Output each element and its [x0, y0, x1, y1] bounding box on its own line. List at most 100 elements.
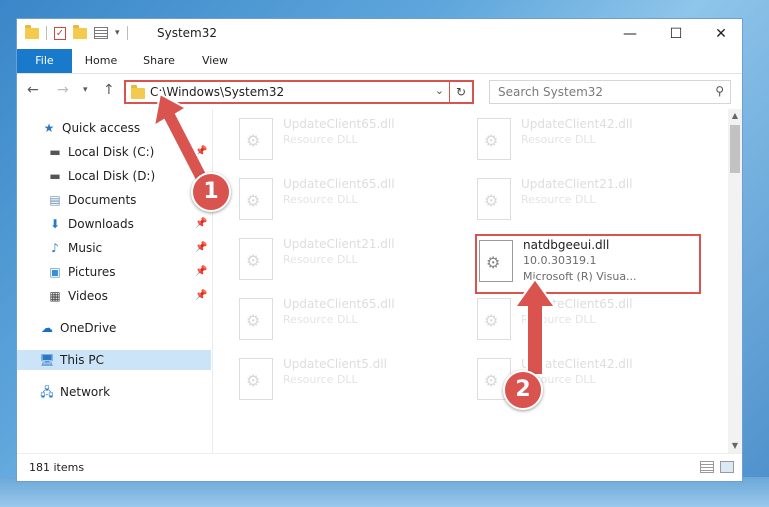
- file-type: Resource DLL: [283, 253, 358, 266]
- refresh-icon[interactable]: ↻: [449, 82, 472, 102]
- dll-file-icon: [239, 118, 273, 160]
- vertical-scrollbar[interactable]: ▲ ▼: [728, 109, 742, 453]
- file-name: natdbgeeui.dll: [523, 238, 610, 252]
- sidebar-item-label: Downloads: [68, 217, 134, 231]
- sidebar-item-downloads[interactable]: ⬇ Downloads: [47, 214, 134, 234]
- file-name: UpdateClient65.dll: [283, 177, 395, 191]
- file-name: UpdateClient65.dll: [283, 117, 395, 131]
- large-icons-view-icon[interactable]: [720, 461, 734, 473]
- folder-icon: [131, 85, 145, 99]
- scroll-up-icon[interactable]: ▲: [728, 109, 742, 123]
- sidebar-item-label: Quick access: [62, 121, 141, 135]
- music-icon: ♪: [51, 241, 59, 255]
- sidebar-item-label: Local Disk (C:): [68, 145, 155, 159]
- sidebar-item-label: Network: [60, 385, 111, 399]
- file-version: 10.0.30319.1: [523, 254, 597, 267]
- search-input[interactable]: Search System32: [498, 85, 603, 99]
- file-name: UpdateClient65.dll: [283, 297, 395, 311]
- sidebar-item-quick-access[interactable]: ★ Quick access: [41, 118, 141, 138]
- computer-icon: 🖥: [39, 353, 55, 367]
- file-item[interactable]: UpdateClient21.dll Resource DLL: [463, 175, 693, 227]
- file-item[interactable]: UpdateClient5.dll Resource DLL: [225, 355, 455, 407]
- file-name: UpdateClient42.dll: [521, 117, 633, 131]
- file-explorer-window: ✓ ▾ System32 — ☐ ✕ File Home Share View …: [16, 18, 743, 482]
- folder-icon: [25, 24, 39, 39]
- sidebar-item-label: Videos: [68, 289, 108, 303]
- close-button[interactable]: ✕: [698, 19, 742, 49]
- chevron-down-icon[interactable]: ▾: [115, 28, 120, 38]
- file-name: UpdateClient5.dll: [283, 357, 387, 371]
- divider: [126, 26, 128, 40]
- drive-icon: ▬: [49, 145, 61, 159]
- file-item[interactable]: UpdateClient42.dll Resource DLL: [463, 115, 693, 167]
- file-item[interactable]: UpdateClient65.dll Resource DLL: [225, 295, 455, 347]
- status-bar: 181 items: [17, 453, 742, 481]
- back-arrow-icon[interactable]: ←: [27, 82, 39, 98]
- file-item[interactable]: UpdateClient21.dll Resource DLL: [225, 235, 455, 287]
- dll-file-icon: [239, 238, 273, 280]
- file-name: UpdateClient21.dll: [521, 177, 633, 191]
- dll-file-icon: [239, 358, 273, 400]
- pin-icon[interactable]: 📌: [195, 266, 207, 277]
- pin-icon[interactable]: 📌: [195, 290, 207, 301]
- search-box[interactable]: Search System32 ⚲: [489, 80, 731, 104]
- tab-file[interactable]: File: [17, 49, 72, 73]
- file-list: UpdateClient65.dll Resource DLL UpdateCl…: [213, 109, 728, 453]
- tab-home[interactable]: Home: [79, 49, 123, 73]
- file-type: Resource DLL: [283, 373, 358, 386]
- sidebar-item-documents[interactable]: ▤ Documents: [47, 190, 136, 210]
- sidebar-item-pictures[interactable]: ▣ Pictures: [47, 262, 115, 282]
- file-item[interactable]: UpdateClient65.dll Resource DLL: [225, 115, 455, 167]
- sidebar-item-label: Local Disk (D:): [68, 169, 156, 183]
- sidebar-item-music[interactable]: ♪ Music: [47, 238, 102, 258]
- scroll-down-icon[interactable]: ▼: [728, 439, 742, 453]
- dll-file-icon: [239, 178, 273, 220]
- new-folder-icon[interactable]: [73, 24, 87, 39]
- forward-arrow-icon[interactable]: →: [57, 82, 69, 98]
- tab-share[interactable]: Share: [137, 49, 181, 73]
- pin-icon[interactable]: 📌: [195, 242, 207, 253]
- scrollbar-thumb[interactable]: [730, 125, 740, 173]
- annotation-badge-1: 1: [191, 172, 231, 212]
- dll-file-icon: [477, 118, 511, 160]
- file-item[interactable]: UpdateClient65.dll Resource DLL: [463, 295, 693, 347]
- file-type: Resource DLL: [283, 193, 358, 206]
- network-icon: 🖧: [40, 385, 54, 399]
- window-title: System32: [157, 26, 218, 40]
- title-bar: ✓ ▾ System32 — ☐ ✕: [17, 19, 742, 49]
- minimize-button[interactable]: —: [607, 19, 653, 49]
- sidebar-item-this-pc[interactable]: 🖥 This PC: [17, 350, 211, 370]
- annotation-badge-2: 2: [503, 370, 543, 410]
- maximize-button[interactable]: ☐: [653, 19, 699, 49]
- sidebar-item-onedrive[interactable]: ☁ OneDrive: [39, 318, 116, 338]
- sidebar-item-local-disk-c[interactable]: ▬ Local Disk (C:): [47, 142, 154, 162]
- up-arrow-icon[interactable]: ↑: [103, 82, 115, 98]
- annotation-arrow-2: [513, 277, 557, 376]
- customize-toolbar-icon[interactable]: [94, 27, 108, 39]
- pin-icon[interactable]: 📌: [195, 218, 207, 229]
- videos-icon: ▦: [49, 289, 61, 303]
- sidebar-item-network[interactable]: 🖧 Network: [39, 382, 110, 402]
- sidebar-item-label: OneDrive: [60, 321, 117, 335]
- ribbon-tabs: File Home Share View: [17, 49, 742, 74]
- search-icon[interactable]: ⚲: [715, 84, 724, 98]
- file-type: Resource DLL: [283, 313, 358, 326]
- file-type: Resource DLL: [521, 193, 596, 206]
- dll-file-icon: [477, 178, 511, 220]
- address-dropdown-icon[interactable]: ⌄: [435, 84, 444, 97]
- tab-view[interactable]: View: [195, 49, 235, 73]
- file-item[interactable]: UpdateClient42.dll Resource DLL: [463, 355, 693, 407]
- documents-icon: ▤: [49, 193, 61, 207]
- file-item[interactable]: UpdateClient65.dll Resource DLL: [225, 175, 455, 227]
- cloud-icon: ☁: [41, 321, 53, 335]
- sidebar-item-videos[interactable]: ▦ Videos: [47, 286, 108, 306]
- sidebar-item-local-disk-d[interactable]: ▬ Local Disk (D:): [47, 166, 155, 186]
- download-icon: ⬇: [49, 217, 61, 231]
- properties-check-icon[interactable]: ✓: [54, 26, 66, 40]
- file-name: UpdateClient21.dll: [283, 237, 395, 251]
- recent-locations-chevron-icon[interactable]: ▾: [83, 85, 88, 95]
- drive-icon: ▬: [49, 169, 61, 183]
- navigation-bar: ← → ▾ ↑ C:\Windows\System32 ⌄ ↻ Search S…: [17, 74, 742, 108]
- sidebar-item-label: Music: [68, 241, 103, 255]
- details-view-icon[interactable]: [700, 461, 714, 473]
